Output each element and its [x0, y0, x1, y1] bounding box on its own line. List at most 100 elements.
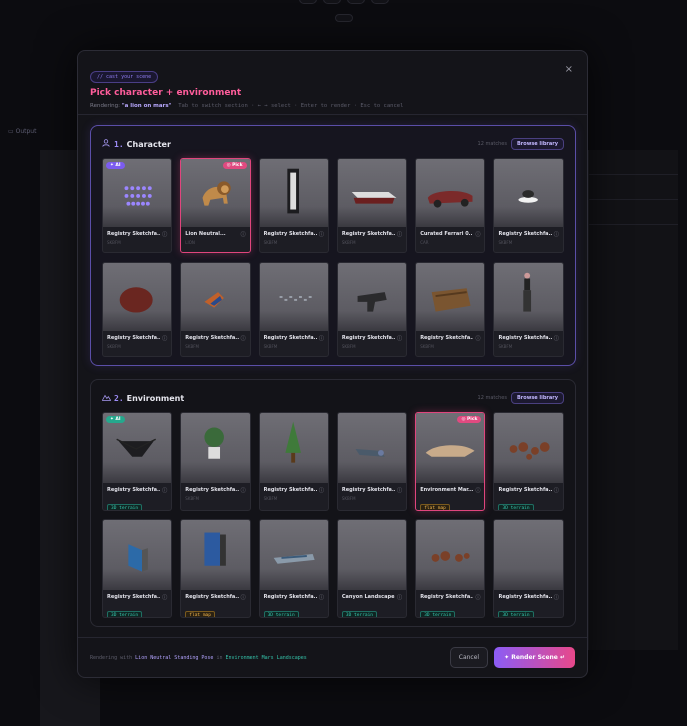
- card-thumbnail: [494, 263, 563, 331]
- card-source: SKBFM: [263, 344, 278, 349]
- environment-section: 2. Environment 12 matches Browse library…: [90, 379, 576, 627]
- browse-library-button[interactable]: Browse library: [510, 138, 564, 150]
- info-icon[interactable]: ⓘ: [319, 594, 324, 601]
- character-card[interactable]: Registry Sketchfa... ⓘ SKBFM: [493, 158, 564, 253]
- info-icon[interactable]: ⓘ: [554, 594, 559, 601]
- info-icon[interactable]: ⓘ: [475, 231, 480, 238]
- mountain-icon: [101, 393, 112, 403]
- info-icon[interactable]: ⓘ: [475, 335, 480, 342]
- environment-card[interactable]: Registry Sketchfa... ⓘ flat map: [180, 519, 251, 618]
- card-thumbnail: ◎ Pick: [181, 159, 250, 227]
- character-card[interactable]: Registry Sketchfa... ⓘ SKBFM: [336, 158, 408, 253]
- info-icon[interactable]: ⓘ: [241, 231, 246, 238]
- card-name-row: Registry Sketchfa... ⓘ: [416, 331, 484, 342]
- thumbnail-image: [273, 554, 315, 564]
- match-count: 12 matches: [477, 141, 507, 147]
- thumbnail-image: [204, 427, 225, 459]
- card-source: SKBFM: [107, 240, 121, 245]
- selected-character: Lion Neutral Standing Pose: [135, 654, 214, 661]
- environment-card[interactable]: Registry Sketchfa... ⓘ SKBFM: [336, 412, 408, 511]
- card-source: SKBFM: [341, 240, 356, 245]
- info-icon[interactable]: ⓘ: [554, 487, 559, 494]
- character-card[interactable]: Registry Sketchfa... ⓘ SKBFM: [258, 158, 329, 253]
- info-icon[interactable]: ⓘ: [475, 594, 480, 601]
- card-name-row: Registry Sketchfa... ⓘ: [103, 590, 171, 601]
- modal-tag: // cast your scene: [90, 71, 159, 83]
- card-name: Lion Neutral...: [185, 231, 226, 237]
- card-source: SKBFM: [107, 344, 121, 349]
- character-card[interactable]: Registry Sketchfa... ⓘ SKBFM: [102, 262, 173, 357]
- info-icon[interactable]: ⓘ: [241, 335, 246, 342]
- character-card[interactable]: Curated Ferrari 0... ⓘ CAR: [415, 158, 486, 253]
- character-card[interactable]: ◎ Pick Lion Neutral... ⓘ LION: [180, 158, 251, 253]
- info-icon[interactable]: ⓘ: [397, 231, 402, 238]
- terrain-badge: 3D terrain: [341, 611, 377, 617]
- browse-library-button[interactable]: Browse library: [510, 392, 564, 404]
- info-icon[interactable]: ⓘ: [554, 335, 559, 342]
- environment-card[interactable]: Registry Sketchfa... ⓘ 3D terrain: [415, 519, 486, 618]
- card-name-row: Environment Mar... ⓘ: [416, 483, 484, 494]
- info-icon[interactable]: ⓘ: [162, 335, 167, 342]
- character-card[interactable]: Registry Sketchfa... ⓘ SKBFM: [336, 262, 408, 357]
- character-card[interactable]: Registry Sketchfa... ⓘ SKBFM: [258, 262, 329, 357]
- close-icon[interactable]: ×: [565, 64, 573, 75]
- flat-map-badge: flat map: [185, 611, 215, 617]
- character-card[interactable]: Registry Sketchfa... ⓘ SKBFM: [180, 262, 251, 357]
- environment-card[interactable]: Canyon Landscape ⓘ 3D terrain: [336, 519, 408, 618]
- info-icon[interactable]: ⓘ: [162, 594, 167, 601]
- info-icon[interactable]: ⓘ: [241, 594, 246, 601]
- environment-card[interactable]: Registry Sketchfa... ⓘ 3D terrain: [258, 519, 329, 618]
- section-title: Character: [126, 139, 171, 149]
- section-number: 1.: [114, 139, 124, 149]
- card-thumbnail: ◎ Pick: [416, 413, 485, 483]
- info-icon[interactable]: ⓘ: [554, 231, 559, 238]
- character-card[interactable]: ✦ AI Registry Sketchfa... ⓘ SKBFM: [102, 158, 173, 253]
- card-name-row: Registry Sketchfa... ⓘ: [103, 483, 171, 494]
- card-thumbnail: [103, 520, 172, 590]
- environment-card[interactable]: ✦ AI Registry Sketchfa... ⓘ 3D terrain: [102, 412, 173, 511]
- cancel-button[interactable]: Cancel: [449, 647, 489, 668]
- card-source: SKBFM: [185, 496, 199, 501]
- character-card[interactable]: Registry Sketchfa... ⓘ SKBFM: [415, 262, 486, 357]
- info-icon[interactable]: ⓘ: [397, 594, 402, 601]
- environment-card[interactable]: Registry Sketchfa... ⓘ 3D terrain: [102, 519, 173, 618]
- background-toolbar: [0, 0, 687, 50]
- match-count: 12 matches: [477, 395, 507, 401]
- environment-card[interactable]: Registry Sketchfa... ⓘ 3D terrain: [493, 519, 564, 618]
- card-thumbnail: [181, 520, 250, 590]
- pick-badge: ◎ Pick: [457, 416, 482, 423]
- environment-card[interactable]: Registry Sketchfa... ⓘ 3D terrain: [493, 412, 564, 511]
- info-icon[interactable]: ⓘ: [397, 487, 402, 494]
- card-name: Registry Sketchfa...: [341, 335, 396, 341]
- info-icon[interactable]: ⓘ: [319, 335, 324, 342]
- summary-prefix: Rendering with: [90, 654, 133, 661]
- card-thumbnail: [259, 413, 328, 483]
- info-icon[interactable]: ⓘ: [162, 487, 167, 494]
- card-name-row: Registry Sketchfa... ⓘ: [494, 590, 562, 601]
- thumbnail-image: [279, 296, 312, 301]
- bg-pill: [322, 0, 341, 4]
- sparkle-icon: ✦: [504, 654, 510, 661]
- card-name-row: Registry Sketchfa... ⓘ: [181, 483, 249, 494]
- render-scene-button[interactable]: ✦ Render Scene ↵: [494, 647, 575, 668]
- thumbnail-image: [338, 520, 406, 590]
- card-thumbnail: [181, 413, 250, 483]
- info-icon[interactable]: ⓘ: [397, 335, 402, 342]
- card-name-row: Registry Sketchfa... ⓘ: [494, 331, 562, 342]
- character-card[interactable]: Registry Sketchfa... ⓘ SKBFM: [493, 262, 564, 357]
- environment-card[interactable]: Registry Sketchfa... ⓘ SKBFM: [180, 412, 251, 511]
- card-name: Registry Sketchfa...: [498, 487, 552, 493]
- environment-card[interactable]: Registry Sketchfa... ⓘ SKBFM: [258, 412, 329, 511]
- card-source: SKBFM: [420, 344, 434, 349]
- info-icon[interactable]: ⓘ: [241, 487, 246, 494]
- card-name-row: Registry Sketchfa... ⓘ: [181, 331, 249, 342]
- card-name: Registry Sketchfa...: [107, 487, 161, 493]
- info-icon[interactable]: ⓘ: [162, 231, 167, 238]
- info-icon[interactable]: ⓘ: [475, 487, 480, 494]
- section-title: Environment: [126, 393, 185, 403]
- info-icon[interactable]: ⓘ: [319, 231, 324, 238]
- info-icon[interactable]: ⓘ: [319, 487, 324, 494]
- environment-card[interactable]: ◎ Pick Environment Mar... ⓘ flat map: [415, 412, 486, 511]
- thumbnail-image: [427, 190, 473, 208]
- card-name: Registry Sketchfa...: [263, 335, 317, 341]
